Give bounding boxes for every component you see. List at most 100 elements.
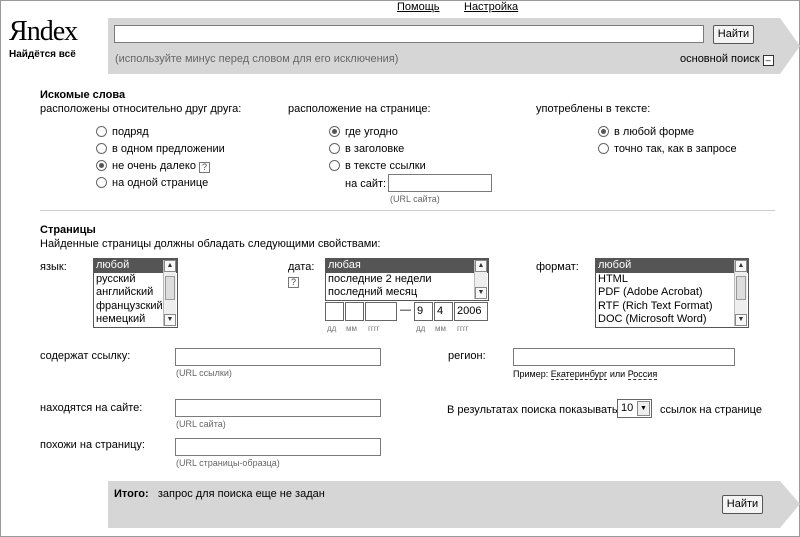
radio-not-far[interactable] [96,160,107,171]
date-from-year[interactable] [365,302,397,321]
search-hint: (используйте минус перед словом для его … [115,53,399,65]
date-to-year[interactable]: 2006 [454,302,488,321]
date-hint-year: гггг [457,324,469,333]
date-from-month[interactable] [345,302,364,321]
scroll-up-icon[interactable]: ▲ [164,260,176,272]
search-mode-label: основной поиск [680,53,760,65]
scroll-thumb[interactable] [736,276,746,300]
radio-exact-form[interactable] [598,143,609,154]
date-hint-day: дд [416,324,426,333]
format-option[interactable]: HTML [596,273,748,287]
scroll-thumb[interactable] [165,276,175,300]
logo-tagline: Найдётся всё [9,49,76,60]
summary-label: Итого: [114,488,149,500]
date-option[interactable]: последний месяц [326,286,488,300]
chevron-down-icon[interactable]: ▼ [637,401,650,416]
words-position-label: расположение на странице: [288,103,431,115]
search-button[interactable]: Найти [713,25,754,44]
date-help: ? [288,275,299,288]
radio-in-link-text[interactable] [329,160,340,171]
scroll-down-icon[interactable]: ▼ [735,314,747,326]
summary-text: запрос для поиска еще не задан [157,488,325,500]
language-listbox[interactable]: любой русский английский французский нем… [93,258,178,328]
site-pages-input[interactable] [175,399,381,417]
region-example-russia[interactable]: Россия [627,369,658,380]
results-count-value: 10 [621,402,634,414]
help-link[interactable]: Помощь [397,1,440,13]
radio-anywhere[interactable] [329,126,340,137]
date-hint-year: гггг [368,324,380,333]
language-label: язык: [40,261,67,273]
summary-row: Итого: запрос для поиска еще не задан [114,488,325,500]
date-option[interactable]: последние 2 недели [326,273,488,287]
pages-section-title: Страницы [40,224,96,236]
yandex-logo[interactable]: Яndex [9,18,78,46]
radio-not-far-row: не очень далеко? [112,160,210,173]
search-mode-toggle[interactable]: основной поиск – [680,53,774,66]
search-input[interactable] [114,25,704,43]
date-hint-day: дд [327,324,337,333]
radio-same-page[interactable] [96,177,107,188]
scroll-up-icon[interactable]: ▲ [475,260,487,272]
link-filter-label: содержат ссылку: [40,350,131,362]
summary-band-arrow [780,481,800,528]
radio-exact-form-label: точно так, как в запросе [614,143,737,155]
format-scrollbar[interactable]: ▲ ▼ [734,260,747,326]
scroll-up-icon[interactable]: ▲ [735,260,747,272]
date-option[interactable]: любая [326,259,488,273]
similar-page-label: похожи на страницу: [40,439,145,451]
format-option[interactable]: любой [596,259,748,273]
date-to-month[interactable]: 4 [434,302,453,321]
link-filter-input[interactable] [175,348,381,366]
language-scrollbar[interactable]: ▲ ▼ [163,260,176,326]
radio-any-form[interactable] [598,126,609,137]
help-question-icon[interactable]: ? [198,162,210,173]
radio-in-title-label: в заголовке [345,143,405,155]
date-label: дата: [288,261,315,273]
format-option[interactable]: PDF (Adobe Acrobat) [596,286,748,300]
radio-in-title[interactable] [329,143,340,154]
region-input[interactable] [513,348,735,366]
section-divider [40,210,775,211]
date-listbox[interactable]: любая последние 2 недели последний месяц… [325,258,489,301]
settings-link[interactable]: Настройка [464,1,518,13]
results-count-select[interactable]: 10 ▼ [617,399,652,418]
words-form-label: употреблены в тексте: [536,103,651,115]
date-hint-month: мм [346,324,357,333]
words-order-label: расположены относительно друг друга: [40,103,242,115]
radio-anywhere-label: где угодно [345,126,398,138]
radio-adjacent[interactable] [96,126,107,137]
date-hint-month: мм [435,324,446,333]
search-band-arrow [780,18,800,74]
pages-section-subtitle: Найденные страницы должны обладать следу… [40,238,381,250]
date-from-day[interactable] [325,302,344,321]
site-filter-hint: (URL сайта) [390,194,440,204]
scroll-down-icon[interactable]: ▼ [475,287,487,299]
site-filter-label: на сайт: [345,178,387,190]
similar-page-input[interactable] [175,438,381,456]
results-count-suffix: ссылок на странице [660,404,762,416]
radio-same-sentence-label: в одном предложении [112,143,225,155]
date-to-day[interactable]: 9 [414,302,433,321]
site-filter-input[interactable] [388,174,492,192]
region-examples: Пример: Екатеринбург или Россия [513,369,658,380]
help-question-icon[interactable]: ? [288,277,299,288]
region-example-ekaterinburg[interactable]: Екатеринбург [550,369,608,380]
radio-not-far-label: не очень далеко [112,160,196,172]
format-option[interactable]: RTF (Rich Text Format) [596,300,748,314]
radio-adjacent-label: подряд [112,126,149,138]
radio-same-sentence[interactable] [96,143,107,154]
summary-search-button[interactable]: Найти [722,495,763,514]
minus-box-icon[interactable]: – [762,55,774,66]
radio-same-page-label: на одной странице [112,177,209,189]
results-count-label: В результатах поиска показывать [447,404,618,416]
site-pages-label: находятся на сайте: [40,402,143,414]
similar-page-hint: (URL страницы-образца) [176,458,280,468]
scroll-down-icon[interactable]: ▼ [164,314,176,326]
site-pages-hint: (URL сайта) [176,419,226,429]
date-scrollbar[interactable]: ▲ ▼ [474,260,487,299]
format-option[interactable]: DOC (Microsoft Word) [596,313,748,327]
format-listbox[interactable]: любой HTML PDF (Adobe Acrobat) RTF (Rich… [595,258,749,328]
date-range-dash: — [400,304,411,316]
radio-in-link-text-label: в тексте ссылки [345,160,426,172]
